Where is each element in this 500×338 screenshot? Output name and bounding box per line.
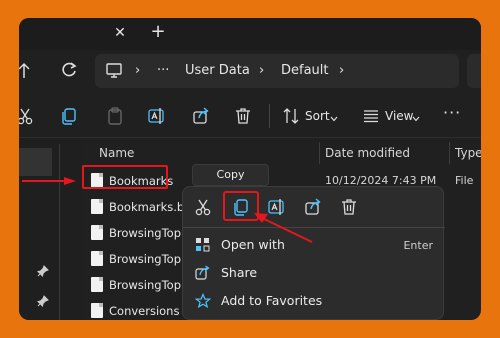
chevron-down-icon[interactable] xyxy=(411,109,421,122)
command-bar: Sort View ··· xyxy=(19,94,481,138)
menu-item-label: Share xyxy=(221,265,258,280)
tab-close-icon[interactable]: ✕ xyxy=(111,24,129,42)
open-with-icon xyxy=(195,237,211,253)
title-bar: ✕ + xyxy=(19,18,481,50)
annotation-arrow-icon xyxy=(254,213,313,243)
menu-item-add-to-favorites[interactable]: Add to Favorites xyxy=(183,287,445,315)
column-header-date-modified[interactable]: Date modified xyxy=(325,138,410,168)
chevron-down-icon[interactable] xyxy=(329,109,339,122)
column-header-type[interactable]: Type xyxy=(455,138,481,168)
file-type: File xyxy=(455,174,474,187)
computer-icon xyxy=(105,63,123,79)
context-menu: Open with Enter Share Add to Favorites xyxy=(182,186,445,320)
pin-icon xyxy=(36,262,49,278)
view-button[interactable]: View xyxy=(385,108,413,124)
file-icon xyxy=(91,303,103,318)
file-icon xyxy=(91,199,103,214)
nav-divider xyxy=(59,144,60,320)
cut-icon[interactable] xyxy=(19,106,35,126)
sort-button[interactable]: Sort xyxy=(305,108,330,124)
breadcrumb-overflow[interactable]: ··· xyxy=(157,63,169,79)
breadcrumb-item-user-data[interactable]: User Data xyxy=(185,63,250,79)
share-icon xyxy=(195,265,211,281)
up-arrow-icon[interactable] xyxy=(19,62,33,82)
file-icon xyxy=(91,251,103,266)
new-tab-icon[interactable]: + xyxy=(149,23,167,41)
breadcrumb-item-default[interactable]: Default xyxy=(281,63,329,79)
toolbar-divider xyxy=(269,104,270,128)
sort-icon[interactable] xyxy=(281,106,301,126)
share-icon[interactable] xyxy=(191,106,211,126)
star-icon xyxy=(194,292,212,309)
search-box[interactable] xyxy=(467,54,481,88)
paste-icon[interactable] xyxy=(105,106,125,126)
menu-divider xyxy=(183,227,445,228)
menu-item-shortcut: Enter xyxy=(403,239,433,252)
menu-item-share[interactable]: Share xyxy=(183,259,445,287)
annotation-arrow-icon xyxy=(22,177,76,185)
pin-icon xyxy=(36,292,49,308)
breadcrumb-chevron-icon: › xyxy=(259,63,265,78)
menu-item-open-with[interactable]: Open with Enter xyxy=(183,231,445,259)
refresh-icon[interactable] xyxy=(59,60,79,82)
column-divider[interactable] xyxy=(319,142,320,164)
view-list-icon[interactable] xyxy=(361,106,381,126)
cut-icon[interactable] xyxy=(193,197,213,217)
navigation-pane xyxy=(19,138,81,320)
file-icon xyxy=(91,277,103,292)
rename-icon[interactable] xyxy=(147,106,167,126)
tooltip: Copy (Ctrl+C) xyxy=(192,164,269,201)
breadcrumb[interactable]: › ··· User Data › Default › xyxy=(95,54,459,88)
column-header-name[interactable]: Name xyxy=(99,138,134,168)
column-divider[interactable] xyxy=(449,142,450,164)
menu-item-label: Add to Favorites xyxy=(221,293,323,308)
pin-icon xyxy=(37,318,49,320)
annotation-highlight-box xyxy=(82,165,168,189)
breadcrumb-chevron-icon: › xyxy=(135,63,141,78)
delete-icon[interactable] xyxy=(233,106,253,126)
copy-icon[interactable] xyxy=(59,106,79,126)
nav-item-selected[interactable] xyxy=(19,148,52,176)
file-name: Conversions xyxy=(109,304,180,318)
more-options-button[interactable]: ··· xyxy=(443,103,461,122)
delete-icon[interactable] xyxy=(339,197,359,217)
breadcrumb-chevron-icon[interactable]: › xyxy=(339,63,344,79)
copy-icon[interactable] xyxy=(231,197,251,217)
file-icon xyxy=(91,225,103,240)
address-bar: › ··· User Data › Default › xyxy=(19,50,481,94)
